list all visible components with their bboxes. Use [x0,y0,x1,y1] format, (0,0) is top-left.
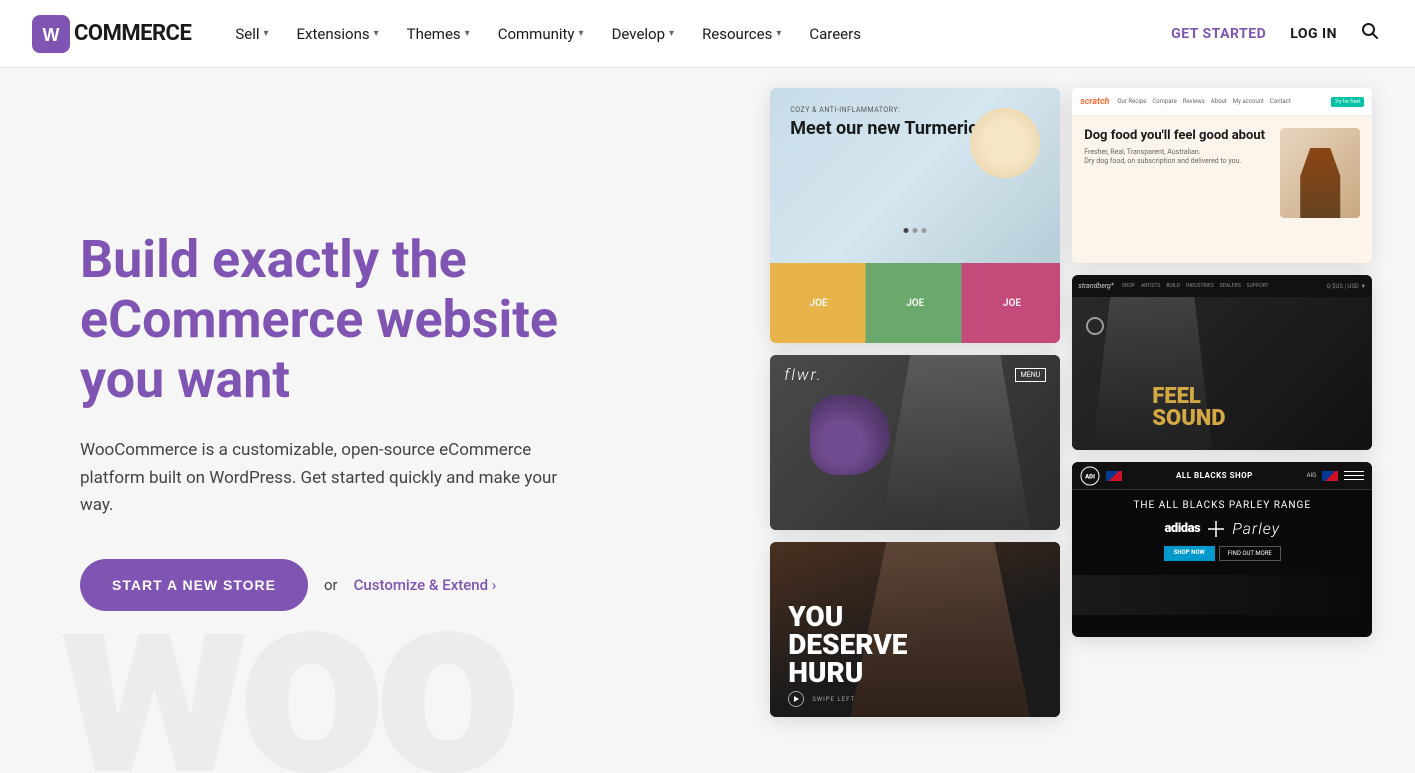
plus-icon [1208,521,1224,537]
strandberg-body: FEEL SOUND [1072,297,1372,450]
allblacks-header: ADI ALL BLACKS SHOP AIG [1072,462,1372,490]
shop-now-button[interactable]: SHOP NOW [1164,546,1215,561]
carousel-dots [904,228,927,233]
hero-right: Cozy & Anti-Inflammatory: Meet our new T… [708,68,1415,773]
nav-item-resources[interactable]: Resources ▾ [690,17,793,51]
scratch-headline: Dog food you'll feel good about [1084,128,1272,144]
strandberg-sound: SOUND [1152,408,1225,430]
nav-item-themes[interactable]: Themes ▾ [395,17,482,51]
strandberg-logo: strandberg* [1078,282,1114,290]
allblacks-body: THE ALL BLACKS PARLEY RANGE adidas Parle… [1072,490,1372,571]
hero-title: Build exactly the eCommerce website you … [80,230,640,409]
chevron-down-icon: ▾ [263,28,268,39]
hero-cta: START A NEW STORE or Customize & Extend … [80,559,648,611]
huru-text: YOU DESERVE HURU [788,603,907,687]
scratch-text: Dog food you'll feel good about Fresher,… [1084,128,1272,218]
nav-item-community[interactable]: Community ▾ [486,17,596,51]
chevron-down-icon: ▾ [374,28,379,39]
cta-or-text: or [324,576,338,594]
screenshot-turmeric: Cozy & Anti-Inflammatory: Meet our new T… [770,88,1060,343]
sponsor-flag [1322,471,1338,481]
chevron-down-icon: ▾ [776,28,781,39]
scratch-cta-btn: Try for free! [1331,97,1365,107]
nav-item-develop[interactable]: Develop ▾ [600,17,686,51]
strandberg-header: strandberg* SHOP ARTISTS BUILD INDUSTRIE… [1072,275,1372,297]
huru-play-button [788,691,804,707]
screenshot-huru: YOU DESERVE HURU SWIPE LEFT [770,542,1060,717]
allblacks-title: ALL BLACKS SHOP [1128,471,1300,480]
product-item-2: JOE [867,263,964,343]
parley-logo: Parley [1232,519,1280,538]
chevron-down-icon: ▾ [579,28,584,39]
nav-item-extensions[interactable]: Extensions ▾ [285,17,391,51]
screenshot-strandberg: strandberg* SHOP ARTISTS BUILD INDUSTRIE… [1072,275,1372,450]
allblacks-menu [1344,469,1364,483]
nz-flag [1106,471,1122,481]
scratch-product-image [1280,128,1360,218]
start-new-store-button[interactable]: START A NEW STORE [80,559,308,611]
flwr-menu: MENU [1015,368,1047,382]
customize-extend-link[interactable]: Customize & Extend › [354,576,497,594]
nav-item-careers[interactable]: Careers [797,17,873,51]
huru-title-line1: YOU [788,603,907,631]
aig-logo: AIG [1307,472,1317,479]
chevron-down-icon: ▾ [669,28,674,39]
strandberg-text: FEEL SOUND [1152,386,1225,430]
logo-text: COMMERCE [74,21,191,46]
allblacks-parley-title: THE ALL BLACKS PARLEY RANGE [1133,500,1311,511]
allblacks-buttons: SHOP NOW FIND OUT MORE [1164,546,1281,561]
scratch-header: scratch Our Recipe Compare Reviews About… [1072,88,1372,116]
screenshot-allblacks: ADI ALL BLACKS SHOP AIG THE ALL BLACKS P… [1072,462,1372,637]
screenshot-scratch: scratch Our Recipe Compare Reviews About… [1072,88,1372,263]
huru-swipe-text: SWIPE LEFT [812,696,855,703]
scratch-dog-image [1295,148,1345,218]
hero-section: Build exactly the eCommerce website you … [0,68,1415,773]
flwr-flowers [810,395,890,475]
huru-controls: SWIPE LEFT [788,691,855,707]
adidas-logo: adidas [1165,521,1201,536]
turmeric-bowl-image [970,108,1040,178]
hero-description: WooCommerce is a customizable, open-sour… [80,437,560,519]
allblacks-logos: adidas Parley [1165,519,1281,538]
scratch-body: Dog food you'll feel good about Fresher,… [1072,116,1372,230]
screenshots-col-right: scratch Our Recipe Compare Reviews About… [1072,88,1372,637]
scratch-subtext: Fresher, Real, Transparent, Australian.D… [1084,148,1272,168]
screenshot-flwr: flwr. MENU [770,355,1060,530]
product-item-3: JOE [964,263,1061,343]
search-icon[interactable] [1357,18,1383,49]
scratch-nav: Our Recipe Compare Reviews About My acco… [1117,98,1322,105]
allblacks-bottom-section [1072,575,1372,615]
get-started-button[interactable]: GET STARTED [1167,18,1270,50]
flwr-logo: flwr. [784,365,822,384]
product-row: JOE JOE JOE [770,263,1060,343]
find-out-more-button[interactable]: FIND OUT MORE [1219,546,1281,561]
huru-title-line2: DESERVE [788,631,907,659]
adidas-header-logo: ADI [1080,466,1100,486]
strandberg-feel: FEEL [1152,386,1225,408]
scratch-logo: scratch [1080,97,1109,107]
nav-links: Sell ▾ Extensions ▾ Themes ▾ Community ▾… [223,17,1167,51]
navbar: W COMMERCE Sell ▾ Extensions ▾ Themes ▾ … [0,0,1415,68]
hero-left: Build exactly the eCommerce website you … [0,68,708,773]
chevron-down-icon: ▾ [465,28,470,39]
screenshots-col-left: Cozy & Anti-Inflammatory: Meet our new T… [770,88,1060,717]
strandberg-nav: SHOP ARTISTS BUILD INDUSTRIES DEALERS SU… [1122,283,1319,289]
huru-title-line3: HURU [788,659,907,687]
site-logo[interactable]: W COMMERCE [32,15,191,53]
nav-right: GET STARTED LOG IN [1167,18,1383,50]
svg-text:ADI: ADI [1084,473,1095,480]
product-item-1: JOE [770,263,867,343]
login-button[interactable]: LOG IN [1286,18,1341,50]
svg-text:W: W [43,25,60,45]
nav-item-sell[interactable]: Sell ▾ [223,17,280,51]
